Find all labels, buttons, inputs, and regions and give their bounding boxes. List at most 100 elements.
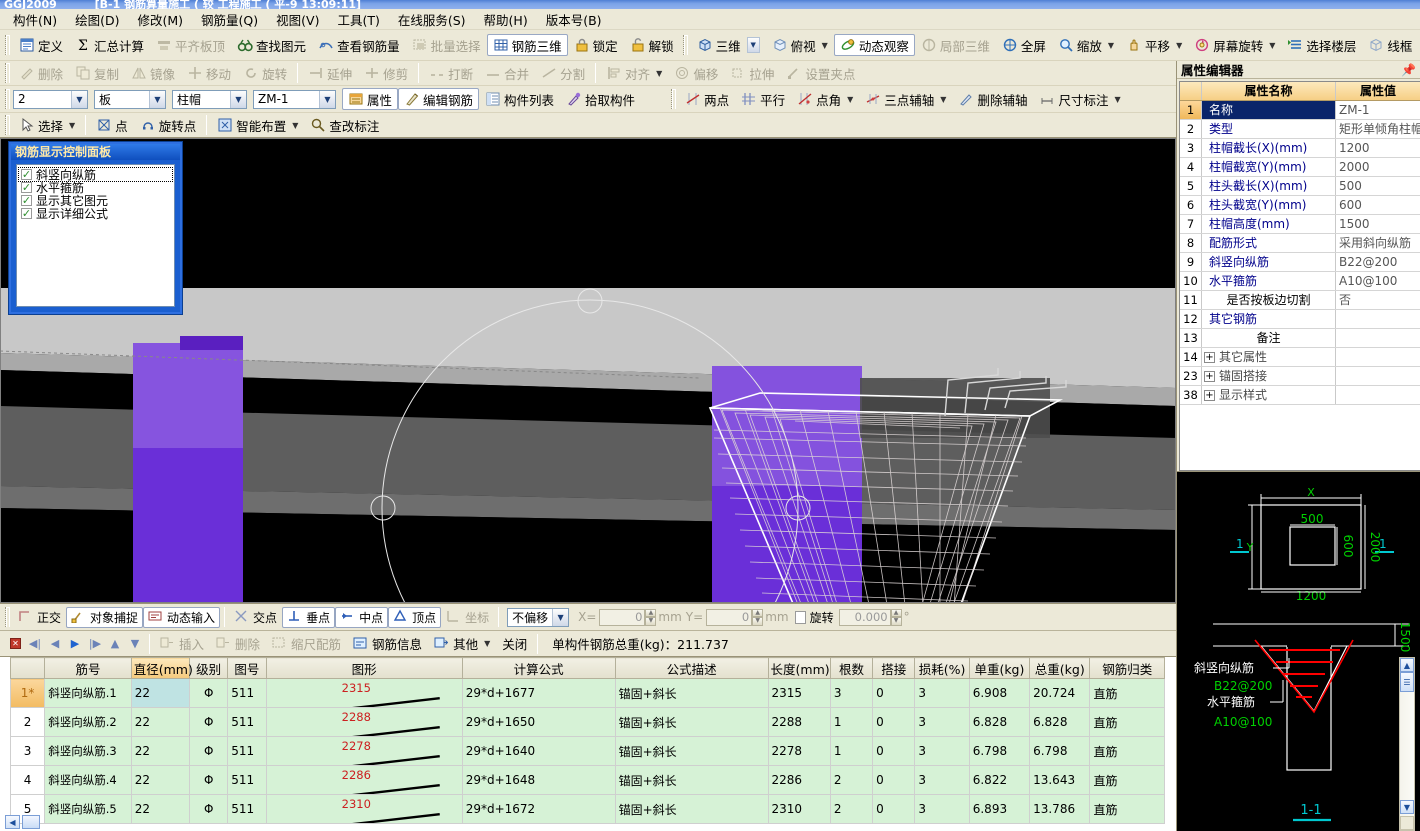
toolbar-button-fullscreen[interactable]: 全屏 [996, 34, 1052, 56]
offset-mode-combo[interactable]: 不偏移 ▼ [507, 607, 570, 627]
cell-formula-desc[interactable]: 锚固+斜长 [614, 736, 769, 766]
toolbar-button-lock[interactable]: 锁定 [568, 34, 624, 56]
property-row-inclined-vertical-rebar[interactable]: 9 斜竖向纵筋 B22@200 [1180, 253, 1420, 272]
property-row-type[interactable]: 2 类型 矩形单倾角柱帽 [1180, 120, 1420, 139]
table-row[interactable]: 4 斜竖向纵筋.4 22 Φ 511 2286 29*d+1648 锚固+斜长 … [9, 765, 1165, 795]
property-row-cut-by-slab-edge[interactable]: 11 是否按板边切割 否 [1180, 291, 1420, 310]
cell-formula[interactable]: 29*d+1648 [461, 765, 616, 795]
toolbar-button-rebar-3d[interactable]: 钢筋三维 [486, 34, 568, 56]
cell-total-weight[interactable]: 20.724 [1029, 678, 1091, 708]
th-index[interactable] [9, 657, 46, 679]
th-loss[interactable]: 损耗(%) [914, 657, 970, 679]
row-value[interactable]: 600 [1336, 196, 1420, 214]
toolbar-button-edit-rebar[interactable]: 编辑钢筋 [398, 88, 480, 110]
menu-item-tools[interactable]: 工具(T) [328, 8, 388, 31]
th-unit-weight[interactable]: 单重(kg) [968, 657, 1031, 679]
cell-shape[interactable]: 2310 [265, 794, 463, 824]
toolbar-grip[interactable] [5, 35, 10, 55]
toolbar-button-parallel[interactable]: 平行 [735, 88, 791, 110]
cell-length[interactable]: 2288 [767, 707, 831, 737]
cell-loss[interactable]: 3 [914, 765, 970, 795]
chevron-down-icon[interactable]: ▼ [1269, 41, 1275, 50]
chevron-down-icon[interactable]: ▼ [319, 90, 335, 108]
toolbar-button-component-list[interactable]: 构件列表 [479, 88, 560, 110]
component-name-combo[interactable]: ZM-1 ▼ [253, 89, 336, 109]
row-value[interactable]: 采用斜向纵筋 [1336, 234, 1420, 252]
chevron-down-icon[interactable]: ▼ [552, 608, 569, 626]
rotate-input[interactable]: 0.000 [838, 608, 891, 626]
cell-lap[interactable]: 0 [872, 736, 916, 766]
offset-x-input[interactable]: 0 [599, 608, 646, 626]
cell-count[interactable]: 1 [829, 707, 874, 737]
expand-icon[interactable]: + [1204, 389, 1215, 401]
th-grade[interactable]: 级别 [189, 657, 229, 679]
category-combo[interactable]: 板 ▼ [94, 89, 166, 109]
toolbar-button-smart-layout[interactable]: 智能布置 ▼ [211, 114, 304, 136]
toolbar-button-dimension[interactable]: 尺寸标注 ▼ [1033, 88, 1126, 110]
table-row[interactable]: 1* 斜竖向纵筋.1 22 Φ 511 2315 29*d+1677 锚固+斜长… [9, 678, 1165, 708]
toolbar-button-zoom[interactable]: 缩放 ▼ [1052, 34, 1120, 56]
th-formula-desc[interactable]: 公式描述 [614, 657, 769, 679]
chevron-down-icon[interactable]: ▼ [71, 90, 87, 108]
row-value[interactable]: 1500 [1336, 215, 1420, 233]
cell-lap[interactable]: 0 [872, 765, 916, 795]
cell-formula-desc[interactable]: 锚固+斜长 [614, 707, 769, 737]
cell-formula[interactable]: 29*d+1677 [461, 678, 616, 708]
property-row-head-length-x[interactable]: 5 柱头截长(X)(mm) 500 [1180, 177, 1420, 196]
cell-total-weight[interactable]: 13.786 [1029, 794, 1091, 824]
cell-count[interactable]: 3 [829, 678, 874, 708]
cell-lap[interactable]: 0 [872, 707, 916, 737]
statusbar-grip[interactable] [5, 607, 10, 627]
toolbar-button-pan[interactable]: 平移 ▼ [1120, 34, 1188, 56]
status-button-object-snap[interactable]: 对象捕捉 [66, 606, 144, 628]
chevron-down-icon[interactable]: ▼ [746, 37, 760, 53]
toolbar-button-select[interactable]: 选择 ▼ [13, 114, 81, 136]
cell-rebar-number[interactable]: 斜竖向纵筋.4 [44, 765, 132, 795]
cell-grade[interactable]: Φ [189, 736, 229, 766]
th-lap[interactable]: 搭接 [872, 657, 916, 679]
rotate-checkbox[interactable] [794, 610, 806, 624]
status-button-perpendicular[interactable]: 垂点 [282, 606, 336, 628]
cell-index[interactable]: 1* [9, 678, 46, 708]
cell-loss[interactable]: 3 [914, 678, 970, 708]
cell-formula-desc[interactable]: 锚固+斜长 [614, 765, 769, 795]
rebar-table-vscrollbar[interactable]: ▲ ☰ ▼ [1399, 657, 1415, 831]
property-row-other-properties[interactable]: 14 + 其它属性 [1180, 348, 1420, 367]
cell-loss[interactable]: 3 [914, 707, 970, 737]
property-row-horizontal-stirrup[interactable]: 10 水平箍筋 A10@100 [1180, 272, 1420, 291]
th-shape-code[interactable]: 图号 [227, 657, 267, 679]
floor-combo[interactable]: 2 ▼ [13, 89, 88, 109]
property-row-head-width-y[interactable]: 6 柱头截宽(Y)(mm) 600 [1180, 196, 1420, 215]
th-total-weight[interactable]: 总重(kg) [1029, 657, 1091, 679]
menu-item-help[interactable]: 帮助(H) [475, 8, 537, 31]
rebar-button-rebar-info[interactable]: 钢筋信息 [347, 633, 428, 655]
cell-index[interactable]: 2 [9, 707, 46, 737]
property-grid[interactable]: 属性名称 属性值 1 名称 ZM-1 2 类型 矩形单倾角柱帽 3 柱帽截长(X… [1179, 81, 1420, 471]
toolbar-button-top-view[interactable]: 俯视 ▼ [766, 34, 834, 56]
chevron-down-icon[interactable]: ▼ [484, 639, 490, 648]
nav-next-button[interactable]: ▶ [65, 634, 85, 654]
cell-group[interactable]: 直筋 [1089, 794, 1165, 824]
cell-index[interactable]: 3 [9, 736, 46, 766]
cell-diameter[interactable]: 22 [130, 765, 191, 795]
status-button-intersection[interactable]: 交点 [229, 607, 282, 628]
cell-length[interactable]: 2286 [767, 765, 831, 795]
cell-total-weight[interactable]: 13.643 [1029, 765, 1091, 795]
cell-unit-weight[interactable]: 6.828 [968, 707, 1031, 737]
cell-total-weight[interactable]: 6.798 [1029, 736, 1091, 766]
property-row-anchor-lap[interactable]: 23 + 锚固搭接 [1180, 367, 1420, 386]
th-rebar-number[interactable]: 筋号 [44, 657, 132, 679]
hscroll-thumb[interactable] [22, 815, 40, 829]
status-button-vertex[interactable]: 顶点 [388, 606, 442, 628]
cell-formula[interactable]: 29*d+1640 [461, 736, 616, 766]
cell-rebar-number[interactable]: 斜竖向纵筋.5 [44, 794, 132, 824]
toolbar-button-select-floor[interactable]: 选择楼层 [1281, 34, 1362, 56]
chevron-down-icon[interactable]: ▼ [1176, 41, 1182, 50]
row-value[interactable] [1336, 310, 1420, 328]
cell-shape[interactable]: 2278 [265, 736, 463, 766]
cell-unit-weight[interactable]: 6.822 [968, 765, 1031, 795]
row-value[interactable]: A10@100 [1336, 272, 1420, 290]
toolbar-button-summary-calc[interactable]: Σ 汇总计算 [69, 34, 150, 56]
cell-total-weight[interactable]: 6.828 [1029, 707, 1091, 737]
chevron-down-icon[interactable]: ▼ [1108, 41, 1114, 50]
